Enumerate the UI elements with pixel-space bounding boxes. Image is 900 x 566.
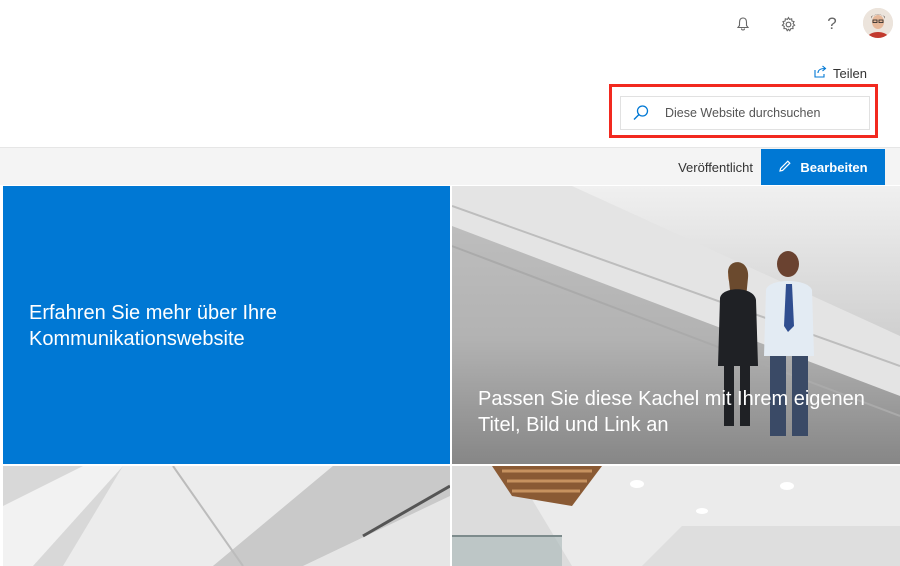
hero-tile-3[interactable] [3, 466, 450, 566]
search-icon[interactable] [621, 104, 661, 122]
pencil-icon [778, 159, 792, 176]
edit-button[interactable]: Bearbeiten [761, 149, 885, 185]
suite-bar: ? [0, 0, 900, 48]
bell-icon[interactable] [731, 12, 755, 36]
hero-tile-image [3, 466, 450, 566]
hero-tile-4[interactable] [452, 466, 900, 566]
hero-tile-image [452, 466, 900, 566]
search-box[interactable] [620, 96, 870, 130]
search-input[interactable] [665, 106, 865, 120]
user-avatar[interactable] [863, 8, 893, 38]
hero-tile-1[interactable]: Erfahren Sie mehr über Ihre Kommunikatio… [3, 186, 450, 464]
gear-icon[interactable] [776, 12, 800, 36]
edit-button-label: Bearbeiten [800, 159, 868, 175]
question-icon[interactable]: ? [820, 12, 844, 36]
share-icon [813, 65, 827, 81]
hero-tile-title: Erfahren Sie mehr über Ihre Kommunikatio… [29, 302, 277, 350]
share-button[interactable]: Teilen [813, 64, 867, 82]
hero-tile-2[interactable]: Passen Sie diese Kachel mit Ihrem eigene… [452, 186, 900, 464]
share-label: Teilen [833, 65, 867, 81]
hero-tile-title: Passen Sie diese Kachel mit Ihrem eigene… [478, 388, 865, 436]
command-bar: Veröffentlicht Bearbeiten [0, 147, 900, 185]
publish-status: Veröffentlicht [678, 160, 753, 175]
